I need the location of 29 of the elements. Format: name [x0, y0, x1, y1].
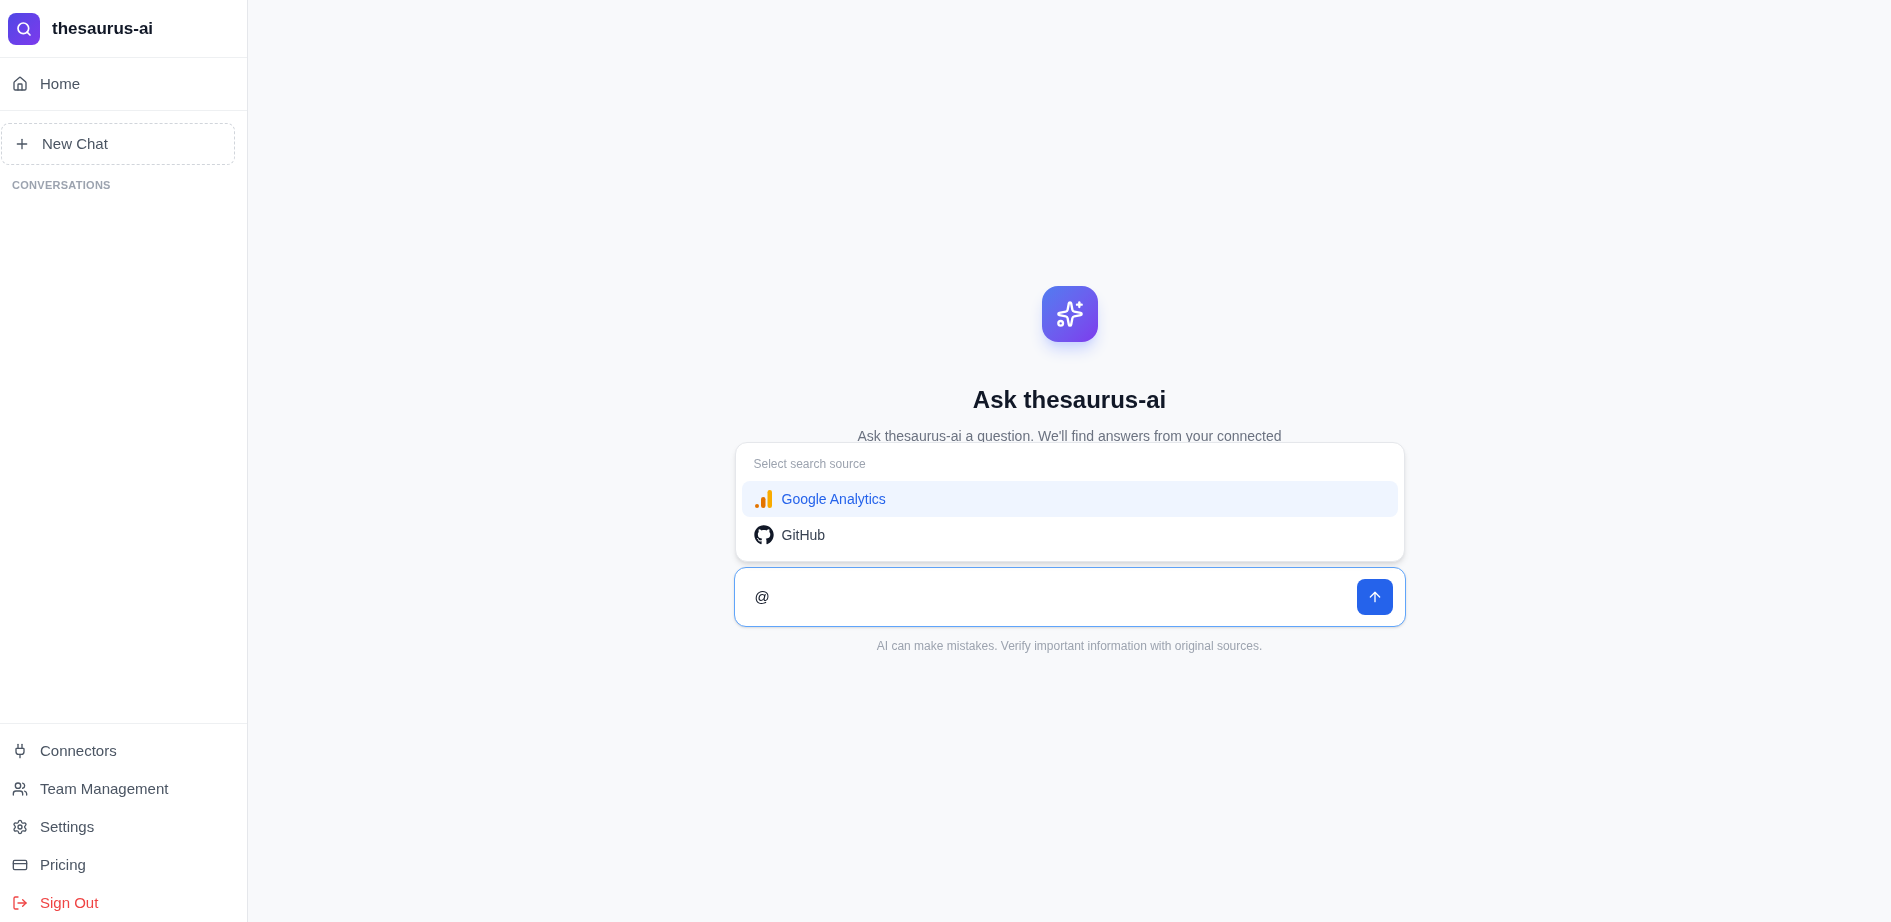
nav-item[interactable]: Pricing — [0, 846, 247, 884]
chat-input[interactable]: @ — [733, 567, 1406, 627]
github-icon — [753, 525, 774, 545]
nav-item[interactable]: Settings — [0, 808, 247, 846]
nav-item[interactable]: Team Management — [0, 770, 247, 808]
plug-icon — [12, 743, 28, 759]
logout-icon — [12, 895, 28, 911]
send-button[interactable] — [1356, 579, 1393, 615]
plus-icon — [14, 136, 30, 152]
nav-item[interactable]: Home — [0, 62, 247, 106]
menu-item[interactable]: GitHub — [741, 517, 1398, 553]
home-icon — [12, 76, 28, 92]
disclaimer: AI can make mistakes. Verify important information with original sources. — [876, 638, 1263, 655]
logo-icon — [8, 12, 40, 45]
settings-icon — [12, 819, 28, 835]
card-icon — [12, 857, 28, 873]
bar-chart-icon — [753, 489, 774, 509]
section-heading: CONVERSATIONS — [11, 178, 112, 193]
brand-name: thesaurus-ai — [52, 17, 154, 40]
nav-item[interactable]: Sign Out — [0, 884, 247, 922]
page-title: Ask thesaurus-ai — [972, 385, 1167, 415]
menu-heading: Select search source — [752, 456, 867, 473]
sparkle-logo-icon — [1041, 286, 1098, 342]
message-field[interactable]: @ — [754, 585, 1357, 609]
new-chat-button[interactable]: New Chat — [1, 123, 235, 165]
users-icon — [12, 781, 28, 797]
menu-item[interactable]: Google Analytics — [741, 481, 1398, 517]
page-subtitle: Ask thesaurus-ai a question. We'll find answers from your connected — [857, 427, 1282, 446]
nav-item[interactable]: Connectors — [0, 732, 247, 770]
